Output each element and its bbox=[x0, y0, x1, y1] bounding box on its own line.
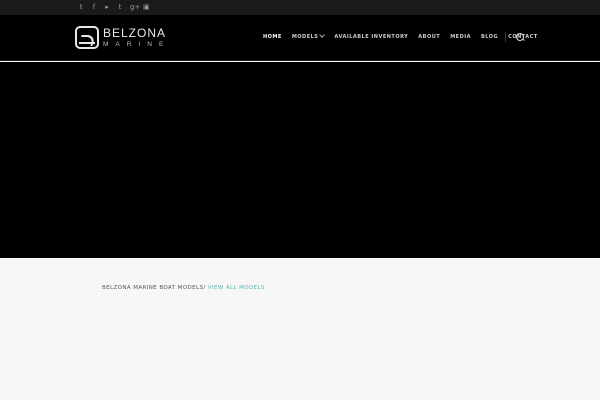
logo-icon bbox=[75, 26, 99, 49]
view-all-models-link[interactable]: VIEW ALL MODELS bbox=[208, 285, 265, 291]
chevron-down-icon bbox=[319, 32, 326, 38]
nav-about[interactable]: ABOUT bbox=[418, 34, 440, 40]
google-plus-icon[interactable]: g+ bbox=[130, 2, 140, 12]
hero-banner bbox=[0, 62, 600, 258]
breadcrumb: BELZONA MARINE BOAT MODELS/ VIEW ALL MOD… bbox=[102, 285, 265, 291]
nav-divider bbox=[505, 32, 506, 42]
logo-subtitle: MARINE bbox=[103, 40, 171, 48]
nav-media[interactable]: MEDIA bbox=[450, 34, 471, 40]
breadcrumb-text: BELZONA MARINE BOAT MODELS bbox=[102, 285, 204, 291]
nav-blog[interactable]: BLOG bbox=[481, 34, 498, 40]
main-header: BELZONA MARINE HOME MODELS AVAILABLE INV… bbox=[0, 15, 600, 61]
facebook-icon[interactable]: f bbox=[91, 2, 97, 12]
nav-available-inventory[interactable]: AVAILABLE INVENTORY bbox=[334, 34, 408, 40]
logo[interactable]: BELZONA MARINE bbox=[75, 26, 170, 49]
top-bar: 𝕥 f ▸ t g+ ▣ bbox=[0, 0, 600, 15]
content-area: BELZONA MARINE BOAT MODELS/ VIEW ALL MOD… bbox=[0, 258, 600, 400]
tumblr-icon[interactable]: t bbox=[117, 2, 123, 12]
breadcrumb-separator: / bbox=[203, 285, 206, 291]
search-icon[interactable] bbox=[515, 32, 526, 43]
instagram-icon[interactable]: ▣ bbox=[143, 2, 150, 12]
nav-models[interactable]: MODELS bbox=[291, 32, 326, 40]
social-links: 𝕥 f ▸ t g+ ▣ bbox=[78, 2, 149, 12]
youtube-icon[interactable]: ▸ bbox=[104, 2, 110, 12]
nav-home[interactable]: HOME bbox=[263, 34, 282, 40]
twitter-icon[interactable]: 𝕥 bbox=[78, 2, 84, 12]
nav-models-label: MODELS bbox=[291, 34, 319, 40]
logo-name: BELZONA bbox=[103, 25, 167, 40]
